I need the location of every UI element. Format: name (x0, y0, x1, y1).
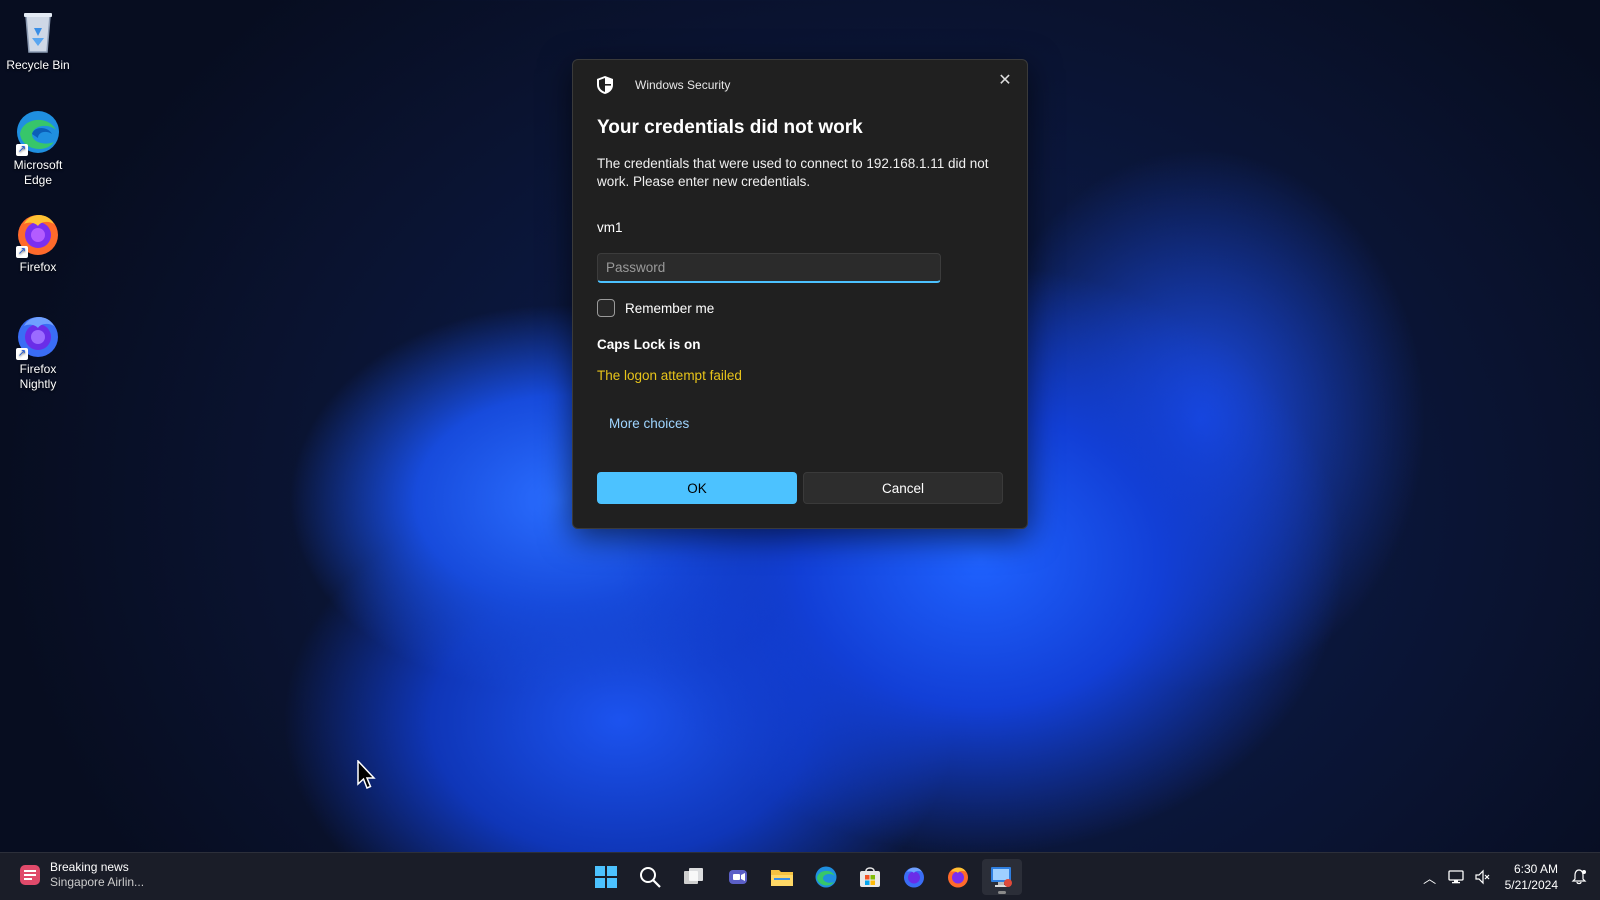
notification-bell-icon (1571, 869, 1587, 885)
cancel-button[interactable]: Cancel (803, 472, 1003, 504)
news-icon (20, 865, 40, 885)
edge-icon (815, 866, 837, 888)
close-button[interactable]: ✕ (991, 66, 1019, 94)
remote-desktop-taskbar-button[interactable] (982, 859, 1022, 895)
shield-icon (597, 76, 613, 94)
dialog-message: The credentials that were used to connec… (597, 156, 989, 189)
dialog-header: Windows Security (597, 74, 730, 96)
search-button[interactable] (630, 859, 670, 895)
store-icon (860, 867, 880, 887)
teams-icon (729, 870, 747, 884)
recycle-bin-icon (14, 8, 62, 56)
ok-button[interactable]: OK (597, 472, 797, 504)
caps-lock-warning: Caps Lock is on (597, 337, 701, 352)
desktop: Recycle Bin ↗ Microsoft Edge ↗ Firefox ↗… (0, 0, 1600, 852)
chevron-up-icon: ︿ (1423, 870, 1437, 886)
shortcut-arrow-icon: ↗ (16, 348, 28, 360)
desktop-icon-recycle-bin[interactable]: Recycle Bin (4, 8, 72, 73)
firefox-nightly-icon: ↗ (14, 312, 62, 360)
windows-security-dialog: Windows Security ✕ Your credentials did … (572, 59, 1028, 529)
news-title: Breaking news (50, 860, 129, 874)
close-icon: ✕ (998, 72, 1012, 89)
clock-time: 6:30 AM (1513, 862, 1558, 876)
store-button[interactable] (850, 859, 890, 895)
show-hidden-icons-button[interactable]: ︿ (1417, 864, 1443, 890)
news-text: Breaking news Singapore Airlin... (50, 860, 144, 890)
shortcut-arrow-icon: ↗ (16, 144, 28, 156)
clock-date: 5/21/2024 (1504, 878, 1558, 892)
firefox-icon (948, 867, 968, 888)
task-view-icon (684, 868, 703, 884)
network-icon (1447, 870, 1464, 884)
desktop-icon-label: Firefox (19, 260, 57, 274)
remember-me-checkbox[interactable]: Remember me (597, 299, 714, 317)
volume-button[interactable] (1469, 864, 1495, 890)
remember-me-label: Remember me (625, 300, 715, 316)
clock[interactable]: 6:30 AM 5/21/2024 (1505, 861, 1558, 893)
firefox-taskbar-button[interactable] (938, 859, 978, 895)
firefox-icon: ↗ (14, 210, 62, 258)
teams-button[interactable] (718, 859, 758, 895)
start-icon (595, 866, 617, 888)
taskbar: Breaking news Singapore Airlin... ︿ 6:30… (0, 852, 1600, 900)
desktop-icon-label: Firefox Nightly (19, 362, 57, 391)
logon-error-message: The logon attempt failed (597, 368, 742, 383)
volume-muted-icon (1475, 869, 1490, 885)
shortcut-arrow-icon: ↗ (16, 246, 28, 258)
news-subtitle: Singapore Airlin... (50, 875, 145, 889)
file-explorer-button[interactable] (762, 859, 802, 895)
file-explorer-icon (771, 870, 793, 886)
more-choices-link[interactable]: More choices (609, 416, 689, 431)
desktop-icon-label: Microsoft Edge (13, 158, 63, 187)
notifications-button[interactable] (1566, 864, 1592, 890)
firefox-nightly-icon (904, 867, 924, 888)
edge-taskbar-button[interactable] (806, 859, 846, 895)
search-icon (640, 867, 661, 888)
desktop-icon-label: Recycle Bin (6, 58, 70, 72)
news-widget[interactable]: Breaking news Singapore Airlin... (18, 860, 144, 890)
mouse-cursor-icon (357, 760, 376, 789)
remote-desktop-icon (991, 867, 1012, 887)
desktop-icon-firefox-nightly[interactable]: ↗ Firefox Nightly (4, 312, 72, 392)
system-tray: ︿ 6:30 AM 5/21/2024 (1417, 853, 1600, 900)
desktop-icon-microsoft-edge[interactable]: ↗ Microsoft Edge (4, 108, 72, 188)
dialog-app-title: Windows Security (635, 78, 731, 92)
network-button[interactable] (1443, 864, 1469, 890)
task-view-button[interactable] (674, 859, 714, 895)
checkbox-box[interactable] (597, 299, 615, 317)
desktop-icon-firefox[interactable]: ↗ Firefox (4, 210, 72, 275)
edge-icon: ↗ (14, 108, 62, 156)
taskbar-pinned-apps (586, 859, 1026, 895)
dialog-heading: Your credentials did not work (597, 117, 863, 138)
start-button[interactable] (586, 859, 626, 895)
firefox-nightly-taskbar-button[interactable] (894, 859, 934, 895)
username-label: vm1 (597, 220, 623, 235)
password-input[interactable] (597, 253, 941, 283)
